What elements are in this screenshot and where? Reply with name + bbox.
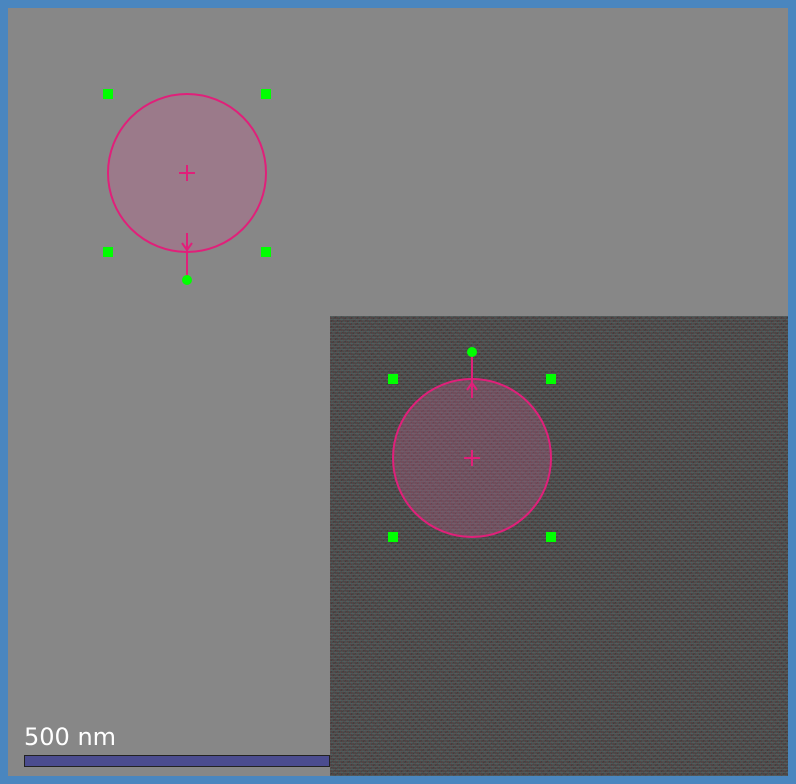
resize-handle-bottom-left[interactable]: [388, 532, 398, 542]
rotate-handle-icon[interactable]: [182, 275, 192, 285]
resize-handle-top-right[interactable]: [261, 89, 271, 99]
roi-overlay[interactable]: [8, 8, 788, 776]
scale-bar: [24, 755, 330, 767]
resize-handle-top-right[interactable]: [546, 374, 556, 384]
resize-handle-bottom-right[interactable]: [261, 247, 271, 257]
rotate-handle-icon[interactable]: [467, 347, 477, 357]
resize-handle-bottom-left[interactable]: [103, 247, 113, 257]
image-canvas[interactable]: 500 nm: [8, 8, 788, 776]
circle-roi-2[interactable]: [388, 347, 556, 542]
resize-handle-top-left[interactable]: [103, 89, 113, 99]
resize-handle-top-left[interactable]: [388, 374, 398, 384]
scale-bar-label: 500 nm: [24, 723, 117, 751]
circle-roi-1[interactable]: [103, 89, 271, 285]
resize-handle-bottom-right[interactable]: [546, 532, 556, 542]
image-window: 500 nm: [0, 0, 796, 784]
